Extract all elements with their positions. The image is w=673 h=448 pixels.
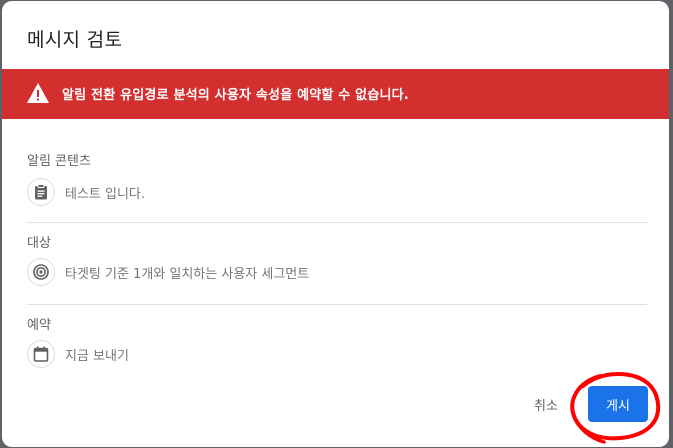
section-label-schedule: 예약 <box>27 318 51 333</box>
divider <box>27 304 647 305</box>
cancel-button[interactable]: 취소 <box>530 393 562 415</box>
schedule-value: 지금 보내기 <box>65 348 129 364</box>
target-icon <box>27 258 55 286</box>
error-banner-text: 알림 전환 유입경로 분석의 사용자 속성을 예약할 수 없습니다. <box>62 88 409 103</box>
calendar-icon <box>27 340 55 368</box>
clipboard-icon <box>27 178 55 206</box>
section-label-target: 대상 <box>27 236 51 251</box>
warning-icon <box>27 83 49 103</box>
divider <box>27 222 647 223</box>
publish-button[interactable]: 게시 <box>588 386 648 422</box>
content-value: 테스트 입니다. <box>65 186 146 202</box>
section-label-content: 알림 콘텐츠 <box>27 154 91 169</box>
schedule-row: 지금 보내기 <box>27 339 129 369</box>
dialog-title: 메시지 검토 <box>27 29 123 51</box>
content-row: 테스트 입니다. <box>27 177 145 207</box>
target-value: 타겟팅 기준 1개와 일치하는 사용자 세그먼트 <box>65 266 310 282</box>
target-row: 타겟팅 기준 1개와 일치하는 사용자 세그먼트 <box>27 257 309 287</box>
review-message-dialog: 메시지 검토 알림 전환 유입경로 분석의 사용자 속성을 예약할 수 없습니다… <box>2 1 669 447</box>
error-banner: 알림 전환 유입경로 분석의 사용자 속성을 예약할 수 없습니다. <box>2 69 669 119</box>
